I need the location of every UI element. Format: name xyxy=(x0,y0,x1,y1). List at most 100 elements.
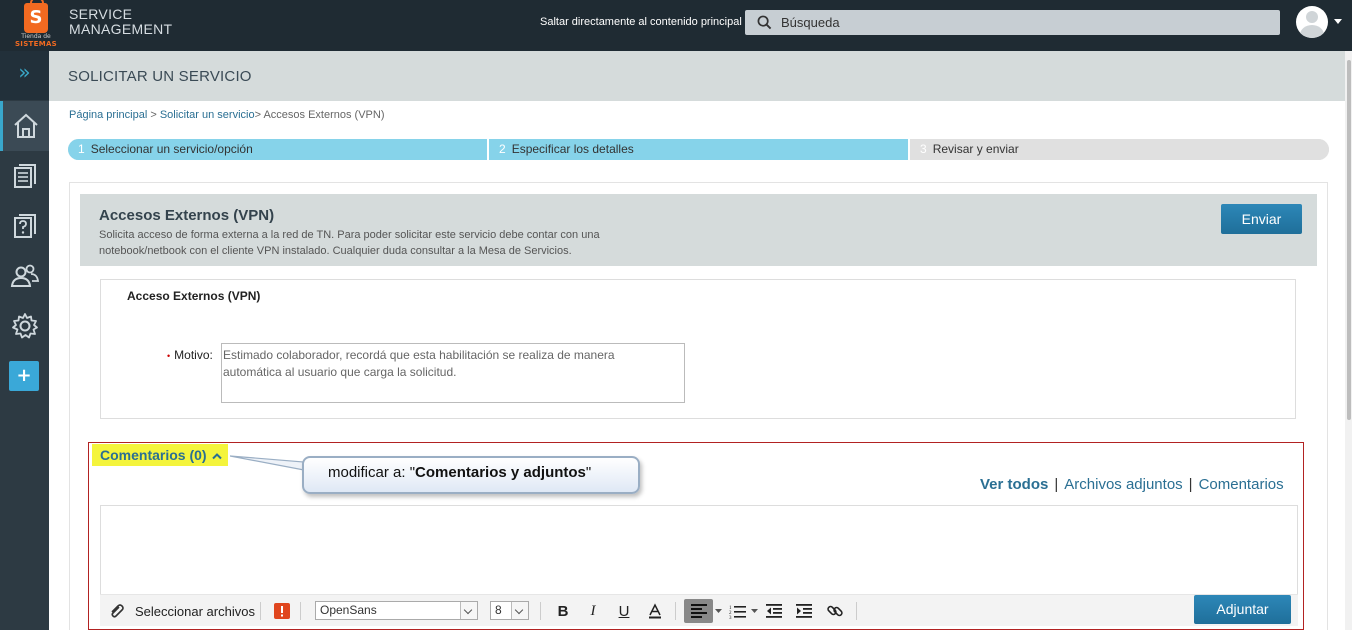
step-specify-details: 2 Especificar los detalles xyxy=(487,139,908,160)
comments-header-highlight[interactable]: Comentarios (0) xyxy=(92,444,228,466)
page-header: SOLICITAR UN SERVICIO xyxy=(49,51,1352,101)
attach-button[interactable]: Adjuntar xyxy=(1194,595,1291,624)
toolbar-divider xyxy=(300,602,301,620)
sidebar-item-people[interactable] xyxy=(0,251,49,301)
align-dropdown[interactable] xyxy=(712,599,724,623)
gear-icon xyxy=(11,313,38,339)
chevron-down-icon xyxy=(460,602,477,619)
filter-comments-link[interactable]: Comentarios xyxy=(1199,476,1284,493)
chevron-up-icon xyxy=(212,453,223,460)
chevron-down-icon[interactable] xyxy=(1334,19,1342,24)
outdent-icon xyxy=(766,604,782,618)
numbered-list-icon: 123 xyxy=(729,605,746,619)
step-select-service: 1 Seleccionar un servicio/opción xyxy=(68,139,487,160)
breadcrumb-home-link[interactable]: Página principal xyxy=(69,109,147,121)
link-icon xyxy=(827,605,843,617)
underline-button[interactable]: U xyxy=(612,599,636,623)
font-size-select[interactable]: 8 xyxy=(490,601,529,620)
filter-all-link[interactable]: Ver todos xyxy=(980,476,1048,493)
callout-text: modificar a: "Comentarios y adjuntos" xyxy=(328,464,591,481)
svg-text:3: 3 xyxy=(729,616,732,619)
comment-editor[interactable] xyxy=(100,505,1298,597)
filter-attachments-link[interactable]: Archivos adjuntos xyxy=(1064,476,1182,493)
numbered-list-button[interactable]: 123 xyxy=(725,599,749,623)
toolbar-divider xyxy=(260,602,261,620)
document-list-icon xyxy=(13,164,36,188)
filter-separator: | xyxy=(1054,476,1059,493)
callout-bold-text: Comentarios y adjuntos xyxy=(415,464,586,481)
step-label: Especificar los detalles xyxy=(511,142,634,156)
font-family-select[interactable]: OpenSans xyxy=(315,601,478,620)
text-color-button[interactable] xyxy=(643,599,667,623)
step-label: Revisar y enviar xyxy=(932,142,1019,156)
callout-pointer xyxy=(230,455,305,471)
paperclip-icon xyxy=(111,604,124,618)
step-number: 1 xyxy=(78,142,85,156)
caret-down-icon xyxy=(750,608,758,613)
progress-steps: 1 Seleccionar un servicio/opción 2 Especif… xyxy=(68,139,1329,160)
vpn-section: Acceso Externos (VPN) • Motivo: Estimado … xyxy=(100,279,1296,419)
font-family-value: OpenSans xyxy=(320,603,377,617)
section-title: Acceso Externos (VPN) xyxy=(127,289,261,303)
sidebar-item-help[interactable] xyxy=(0,201,49,251)
motivo-label-text: Motivo: xyxy=(174,348,213,362)
caret-down-icon xyxy=(714,608,722,613)
select-files-label: Seleccionar archivos xyxy=(135,603,255,619)
select-files-button[interactable]: Seleccionar archivos xyxy=(108,595,255,627)
bold-button[interactable]: B xyxy=(551,599,575,623)
help-document-icon xyxy=(13,214,36,238)
brand-line-2: MANAGEMENT xyxy=(69,21,173,37)
toolbar-divider xyxy=(675,602,676,620)
comments-title-text: Comentarios (0) xyxy=(100,447,207,463)
service-description-line-2: notebook/netbook con el cliente VPN inst… xyxy=(99,245,572,257)
breadcrumb: Página principal > Solicitar un servicio… xyxy=(69,109,385,121)
sidebar-item-catalog[interactable] xyxy=(0,151,49,201)
italic-button[interactable]: I xyxy=(581,599,605,623)
brand-name: SERVICE MANAGEMENT xyxy=(69,7,172,37)
motivo-textarea[interactable]: Estimado colaborador, recordá que esta h… xyxy=(221,343,685,403)
callout-suffix: " xyxy=(585,464,592,481)
logo-name: SISTEMAS xyxy=(14,40,58,48)
search-icon xyxy=(757,15,772,30)
motivo-text-line-2: automática al usuario que carga la solic… xyxy=(223,365,457,379)
sidebar-toggle-icon[interactable]: » xyxy=(0,51,49,100)
service-header: Accesos Externos (VPN) Solicita acceso d… xyxy=(80,194,1317,266)
priority-button[interactable] xyxy=(274,595,290,627)
toolbar-divider xyxy=(856,602,857,620)
indent-button[interactable] xyxy=(792,599,816,623)
app-logo[interactable]: S Tienda de SISTEMAS xyxy=(14,0,58,49)
comments-title[interactable]: Comentarios (0) xyxy=(100,447,223,463)
motivo-text-line-1: Estimado colaborador, recordá que esta h… xyxy=(223,348,615,362)
search-input[interactable]: Búsqueda xyxy=(781,15,840,30)
skip-to-content-link[interactable]: Saltar directamente al contenido princip… xyxy=(540,16,742,28)
comment-filters: Ver todos | Archivos adjuntos | Comentarios xyxy=(980,476,1284,493)
breadcrumb-current: > Accesos Externos (VPN) xyxy=(254,109,385,121)
service-description-line-1: Solicita acceso de forma externa a la re… xyxy=(99,229,600,241)
search-bar[interactable]: Búsqueda xyxy=(745,10,1280,35)
alert-icon xyxy=(274,603,290,619)
shopping-bag-icon: S xyxy=(24,0,48,33)
user-avatar[interactable] xyxy=(1296,6,1328,38)
editor-toolbar: Seleccionar archivos OpenSans 8 B I U 1 … xyxy=(100,594,1298,626)
step-review-submit: 3 Revisar y enviar xyxy=(908,139,1329,160)
scrollbar-thumb[interactable] xyxy=(1347,60,1351,420)
sidebar-item-settings[interactable] xyxy=(0,301,49,351)
align-button[interactable] xyxy=(684,599,713,623)
font-size-value: 8 xyxy=(495,603,502,617)
link-button[interactable] xyxy=(823,599,847,623)
service-description: Solicita acceso de forma externa a la re… xyxy=(99,227,659,259)
breadcrumb-request-link[interactable]: Solicitar un servicio xyxy=(160,109,255,121)
required-marker: • xyxy=(167,351,171,361)
submit-button[interactable]: Enviar xyxy=(1221,204,1302,234)
add-button[interactable]: + xyxy=(9,361,39,391)
sidebar-item-home[interactable] xyxy=(0,101,49,151)
callout-prefix: modificar a: " xyxy=(328,464,416,481)
step-number: 3 xyxy=(920,142,927,156)
sidebar: » + xyxy=(0,51,49,630)
outdent-button[interactable] xyxy=(762,599,786,623)
filter-separator: | xyxy=(1188,476,1193,493)
top-bar: S Tienda de SISTEMAS SERVICE MANAGEMENT … xyxy=(0,0,1352,51)
chevron-down-icon xyxy=(511,602,528,619)
text-color-icon xyxy=(649,603,661,619)
list-dropdown[interactable] xyxy=(748,599,760,623)
